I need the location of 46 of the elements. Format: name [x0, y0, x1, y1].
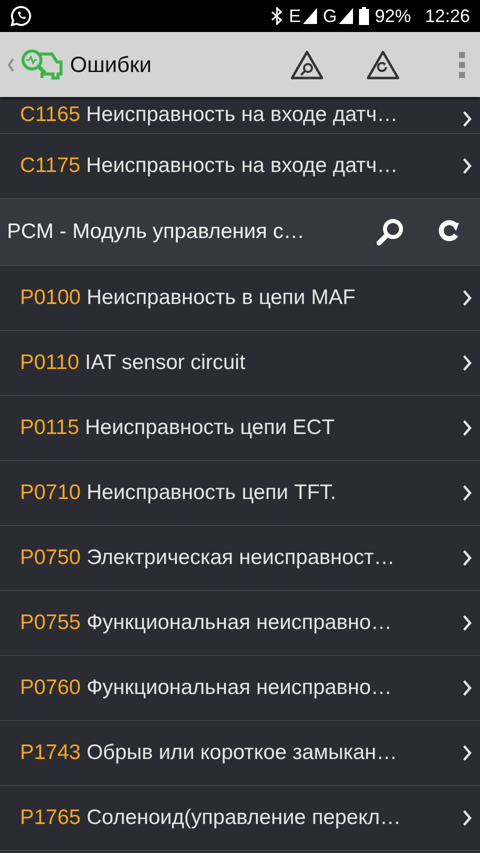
error-text: C1175 Неисправность на входе датч… — [20, 154, 399, 178]
network-type: G — [322, 6, 337, 26]
error-row[interactable]: P0710 Неисправность цепи TFT. — [0, 461, 480, 526]
error-text: P1743 Обрыв или короткое замыкан… — [20, 741, 398, 765]
error-text: C1165 Неисправность на входе датч… — [20, 103, 399, 127]
error-row[interactable]: P0100 Неисправность в цепи MAF — [0, 266, 480, 331]
chevron-icon — [462, 680, 472, 696]
error-text: P0100 Неисправность в цепи MAF — [20, 286, 356, 310]
chevron-icon — [462, 290, 472, 306]
module-name: PCM - Модуль управления с… — [7, 220, 306, 244]
error-row[interactable]: C1165 Неисправность на входе датч… — [0, 97, 480, 134]
error-text: P0710 Неисправность цепи TFT. — [20, 481, 338, 505]
network-type: E — [288, 6, 301, 26]
error-text: P0755 Функциональная неисправно… — [20, 611, 393, 635]
chevron-icon — [462, 420, 472, 436]
chevron-icon — [462, 745, 472, 761]
bluetooth-icon — [270, 7, 283, 25]
error-text: P0760 Функциональная неисправно… — [20, 676, 393, 700]
more-icon — [458, 50, 466, 78]
chevron-icon — [462, 355, 472, 371]
battery-icon — [358, 7, 369, 25]
error-text: P0750 Электрическая неисправност… — [20, 546, 396, 570]
error-text: P0115 Неисправность цепи ECT — [20, 416, 336, 440]
screen-title: Ошибки — [70, 52, 152, 78]
error-text: P0110 IAT sensor circuit — [20, 351, 246, 375]
chevron-icon — [462, 158, 472, 174]
battery-level: 92% — [374, 6, 411, 26]
signal-icon — [302, 8, 317, 24]
chevron-icon — [462, 550, 472, 566]
error-row[interactable]: P0115 Неисправность цепи ECT — [0, 396, 480, 461]
chevron-icon — [462, 810, 472, 826]
error-row[interactable]: P1765 Соленоид(управление перекл… — [0, 786, 480, 851]
car-diagnostics-icon — [20, 48, 64, 82]
search-button[interactable] — [374, 216, 406, 248]
signal-icon — [338, 8, 353, 24]
clock: 12:26 — [424, 6, 470, 26]
error-row[interactable]: P0750 Электрическая неисправност… — [0, 526, 480, 591]
error-row[interactable]: P1743 Обрыв или короткое замыкан… — [0, 721, 480, 786]
error-row[interactable]: P0110 IAT sensor circuit — [0, 331, 480, 396]
error-text: P1765 Соленоид(управление перекл… — [20, 806, 402, 830]
error-row[interactable]: P0755 Функциональная неисправно… — [0, 591, 480, 656]
chevron-icon — [462, 485, 472, 501]
chevron-icon — [462, 615, 472, 631]
whatsapp-icon — [10, 5, 32, 27]
error-row[interactable]: P0760 Функциональная неисправно… — [0, 656, 480, 721]
chevron-icon — [462, 111, 472, 127]
